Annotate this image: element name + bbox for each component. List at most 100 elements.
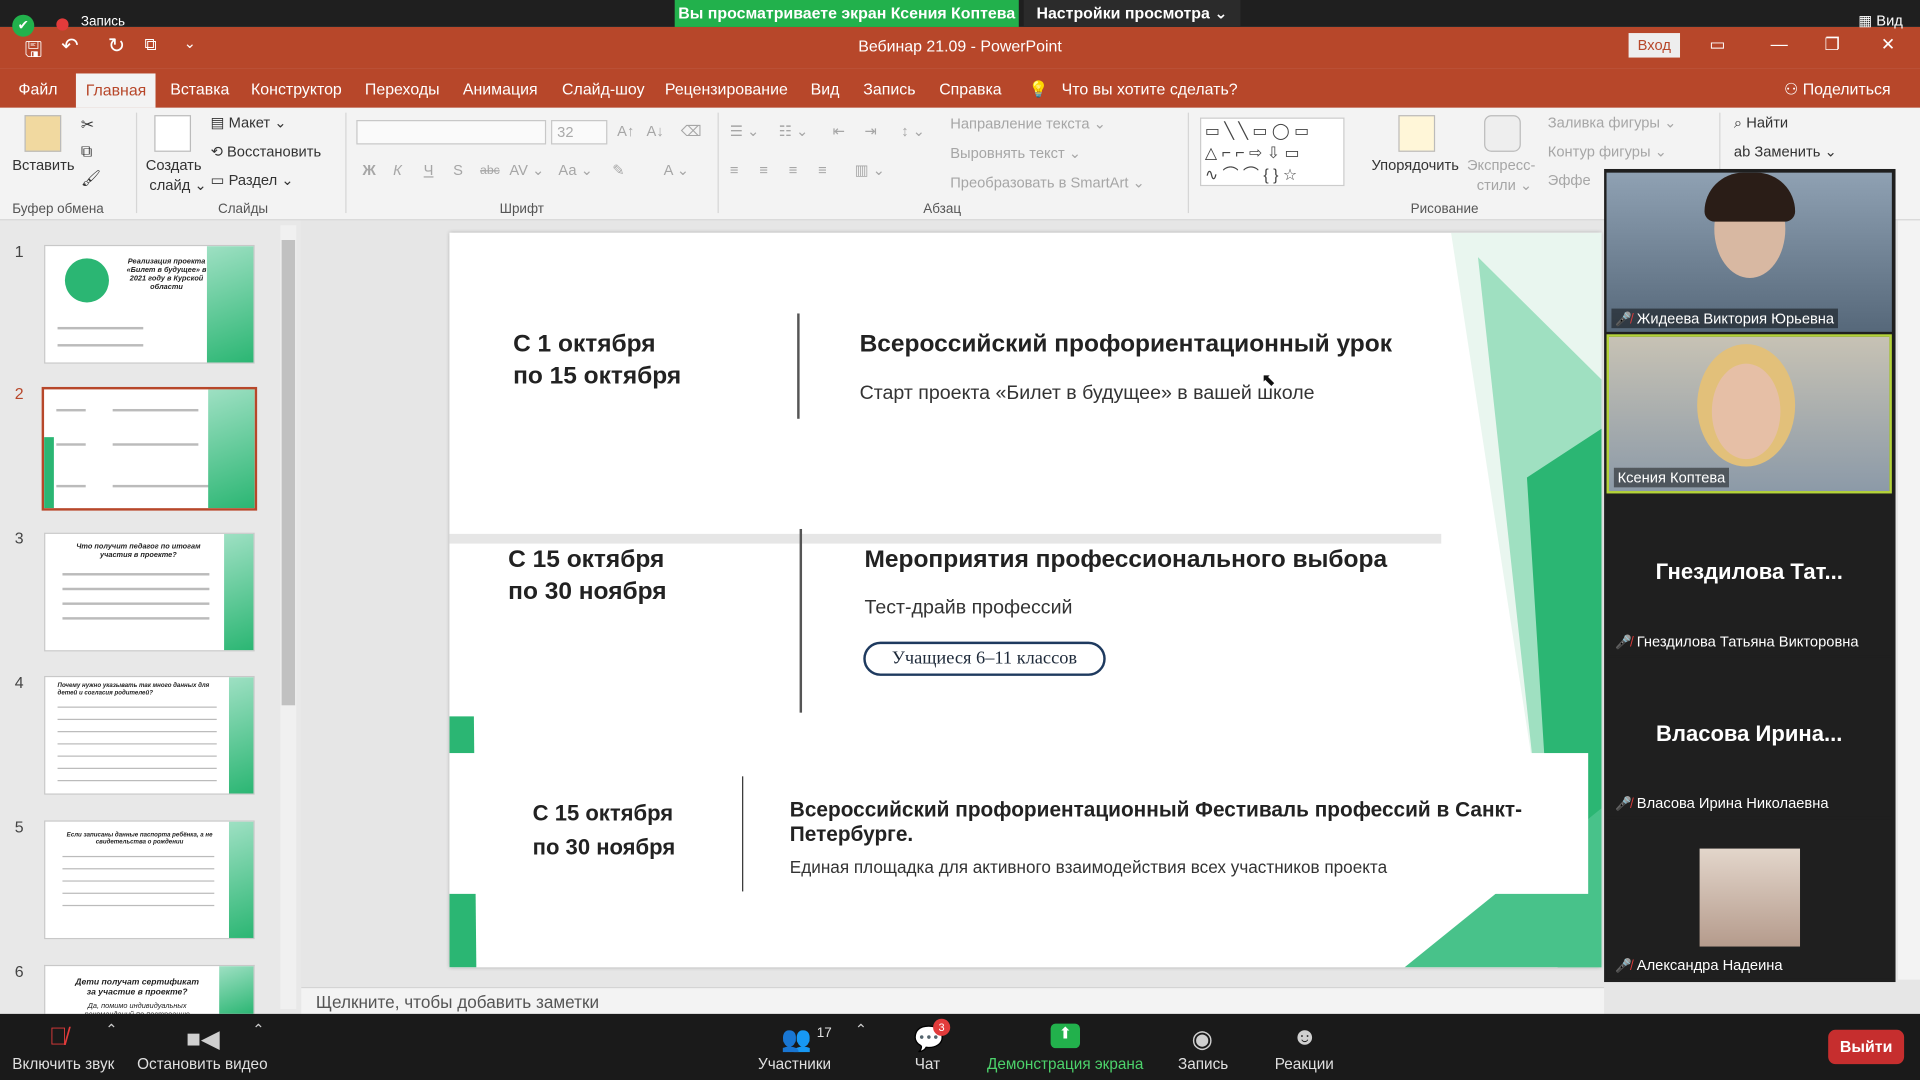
tab-slideshow[interactable]: Слайд-шоу — [562, 80, 645, 98]
minimize-icon[interactable]: — — [1771, 34, 1788, 54]
reactions-button[interactable]: Реакции — [1275, 1056, 1334, 1073]
slide-thumbnail-4[interactable]: Почему нужно указывать так много данных … — [44, 675, 255, 795]
shadow-button[interactable]: S — [453, 162, 463, 179]
columns-icon[interactable]: ▥ ⌄ — [855, 162, 885, 179]
line-spacing-icon[interactable]: ↕ ⌄ — [901, 122, 925, 139]
share-screen-icon[interactable]: ⬆ — [1050, 1023, 1081, 1049]
new-slide-dropdown[interactable]: слайд ⌄ — [149, 176, 206, 193]
slide-scrollbar[interactable] — [1897, 220, 1920, 980]
tab-design[interactable]: Конструктор — [251, 80, 342, 98]
align-right-icon[interactable]: ≡ — [789, 162, 798, 179]
record-button[interactable]: Запись — [1178, 1056, 1228, 1073]
tab-file[interactable]: Файл — [18, 80, 57, 98]
section-button[interactable]: ▭ Раздел ⌄ — [211, 171, 294, 188]
tell-me-search[interactable]: Что вы хотите сделать? — [1062, 80, 1238, 98]
reactions-icon[interactable]: ☻ — [1292, 1024, 1318, 1052]
tab-animations[interactable]: Анимация — [463, 80, 538, 98]
leave-button[interactable]: Выйти — [1828, 1029, 1905, 1065]
chat-button[interactable]: Чат — [915, 1056, 940, 1073]
participant-tile-active-speaker[interactable]: Ксения Коптева — [1606, 334, 1892, 494]
highlight-icon[interactable]: ✎ — [612, 162, 624, 179]
stop-video-button[interactable]: Остановить видео — [137, 1056, 267, 1073]
underline-button[interactable]: Ч — [424, 162, 434, 179]
shape-effects-button[interactable]: Эффе — [1548, 171, 1591, 188]
font-family-combo[interactable] — [356, 120, 547, 145]
tab-view[interactable]: Вид — [811, 80, 840, 98]
align-left-icon[interactable]: ≡ — [730, 162, 739, 179]
numbering-icon[interactable]: ☷ ⌄ — [779, 122, 809, 139]
paste-button[interactable]: Вставить — [12, 157, 74, 174]
ribbon-display-icon[interactable]: ▭ — [1709, 34, 1725, 55]
shape-fill-button[interactable]: Заливка фигуры ⌄ — [1548, 114, 1677, 131]
current-slide[interactable]: С 1 октября по 15 октября Всероссийский п… — [449, 232, 1602, 968]
slide-thumbnail-3[interactable]: Что получит педагог по итогам участия в … — [44, 532, 255, 652]
italic-button[interactable]: К — [393, 162, 402, 179]
security-shield-icon[interactable]: ✔ — [12, 14, 35, 37]
increase-font-icon[interactable]: A↑ — [617, 122, 634, 139]
strikethrough-button[interactable]: abc — [480, 164, 500, 177]
font-color-button[interactable]: A ⌄ — [664, 162, 689, 179]
paste-icon[interactable] — [24, 115, 62, 152]
smartart-button[interactable]: Преобразовать в SmartArt ⌄ — [950, 174, 1145, 191]
video-camera-icon[interactable]: ■◀ — [186, 1024, 220, 1055]
tab-insert[interactable]: Вставка — [170, 80, 229, 98]
slide-thumbnail-2[interactable] — [41, 386, 258, 511]
bullets-icon[interactable]: ☰ ⌄ — [730, 122, 760, 139]
arrange-button[interactable]: Упорядочить — [1371, 157, 1458, 174]
clear-format-icon[interactable]: ⌫ — [681, 122, 702, 139]
express-styles-dropdown[interactable]: стили ⌄ — [1477, 176, 1532, 193]
justify-icon[interactable]: ≡ — [818, 162, 827, 179]
login-button[interactable]: Вход — [1628, 33, 1681, 58]
mic-muted-icon[interactable]: 🎙̸ — [49, 1024, 67, 1052]
cut-icon[interactable]: ✂ — [81, 115, 94, 135]
participant-tile[interactable]: 🎤̸ Александра Надеина — [1606, 819, 1892, 979]
participants-button[interactable]: Участники — [758, 1056, 831, 1073]
unmute-button[interactable]: Включить звук — [12, 1056, 114, 1073]
arrange-icon[interactable] — [1398, 115, 1436, 152]
decrease-font-icon[interactable]: A↓ — [647, 122, 664, 139]
tab-transitions[interactable]: Переходы — [365, 80, 440, 98]
tab-home[interactable]: Главная — [75, 73, 157, 108]
video-options-chevron-icon[interactable]: ⌃ — [252, 1021, 264, 1038]
notes-pane[interactable]: Щелкните, чтобы добавить заметки — [301, 986, 1605, 1014]
layout-button[interactable]: ▤ Макет ⌄ — [211, 114, 287, 131]
participant-tile[interactable]: Гнездилова Тат... 🎤̸ Гнездилова Татьяна В… — [1606, 495, 1892, 656]
copy-icon[interactable]: ⧉ — [81, 142, 92, 162]
view-settings-button[interactable]: Настройки просмотра ⌄ — [1023, 0, 1241, 27]
decrease-indent-icon[interactable]: ⇤ — [833, 122, 845, 139]
view-button[interactable]: ▦ Вид — [1858, 12, 1903, 29]
align-center-icon[interactable]: ≡ — [759, 162, 768, 179]
new-slide-icon[interactable] — [154, 115, 192, 152]
align-text-button[interactable]: Выровнять текст ⌄ — [950, 144, 1081, 161]
reset-button[interactable]: ⟲ Восстановить — [211, 143, 321, 160]
tab-record[interactable]: Запись — [863, 80, 915, 98]
slide-thumbnail-5[interactable]: Если записаны данные паспорта ребёнка, а… — [44, 820, 255, 940]
express-styles-button[interactable]: Экспресс- — [1467, 157, 1535, 174]
participants-icon[interactable]: 👥 — [781, 1024, 811, 1055]
new-slide-button[interactable]: Создать — [146, 157, 202, 174]
bold-button[interactable]: Ж — [362, 162, 375, 179]
participants-chevron-icon[interactable]: ⌃ — [855, 1021, 867, 1038]
thumbnails-scroll-thumb[interactable] — [281, 240, 296, 706]
restore-icon[interactable]: ❐ — [1825, 34, 1840, 55]
participant-tile[interactable]: 🎤̸ Жидеева Виктория Юрьевна — [1606, 172, 1892, 332]
find-button[interactable]: ⌕ Найти — [1734, 114, 1788, 132]
audio-options-chevron-icon[interactable]: ⌃ — [105, 1021, 117, 1038]
shape-outline-button[interactable]: Контур фигуры ⌄ — [1548, 143, 1667, 160]
change-case-button[interactable]: Аа ⌄ — [558, 162, 593, 179]
text-direction-button[interactable]: Направление текста ⌄ — [950, 115, 1106, 132]
record-icon[interactable]: ◉ — [1191, 1024, 1212, 1055]
close-icon[interactable]: ✕ — [1881, 34, 1895, 55]
slide-thumbnail-1[interactable]: Реализация проекта «Билет в будущее» в 2… — [44, 244, 255, 364]
share-screen-button[interactable]: Демонстрация экрана — [987, 1056, 1143, 1073]
font-size-combo[interactable]: 32 — [551, 120, 608, 145]
format-painter-icon[interactable]: 🖌 — [81, 169, 101, 189]
slide-thumbnail-6[interactable]: Дети получат сертификат за участие в про… — [44, 964, 255, 1014]
express-styles-icon[interactable] — [1484, 115, 1521, 152]
replace-button[interactable]: ab Заменить ⌄ — [1734, 143, 1837, 160]
share-button[interactable]: ⚇ Поделиться — [1784, 80, 1891, 100]
shapes-gallery[interactable]: ▭ ╲ ╲ ▭ ◯ ▭ △ ⌐ ⌐ ⇨ ⇩ ▭ ∿ ⌒ ⌒ { } ☆ — [1200, 117, 1345, 187]
spacing-button[interactable]: AV ⌄ — [509, 162, 544, 179]
tab-help[interactable]: Справка — [939, 80, 1001, 98]
participant-tile[interactable]: Власова Ирина... 🎤̸ Власова Ирина Николае… — [1606, 657, 1892, 817]
